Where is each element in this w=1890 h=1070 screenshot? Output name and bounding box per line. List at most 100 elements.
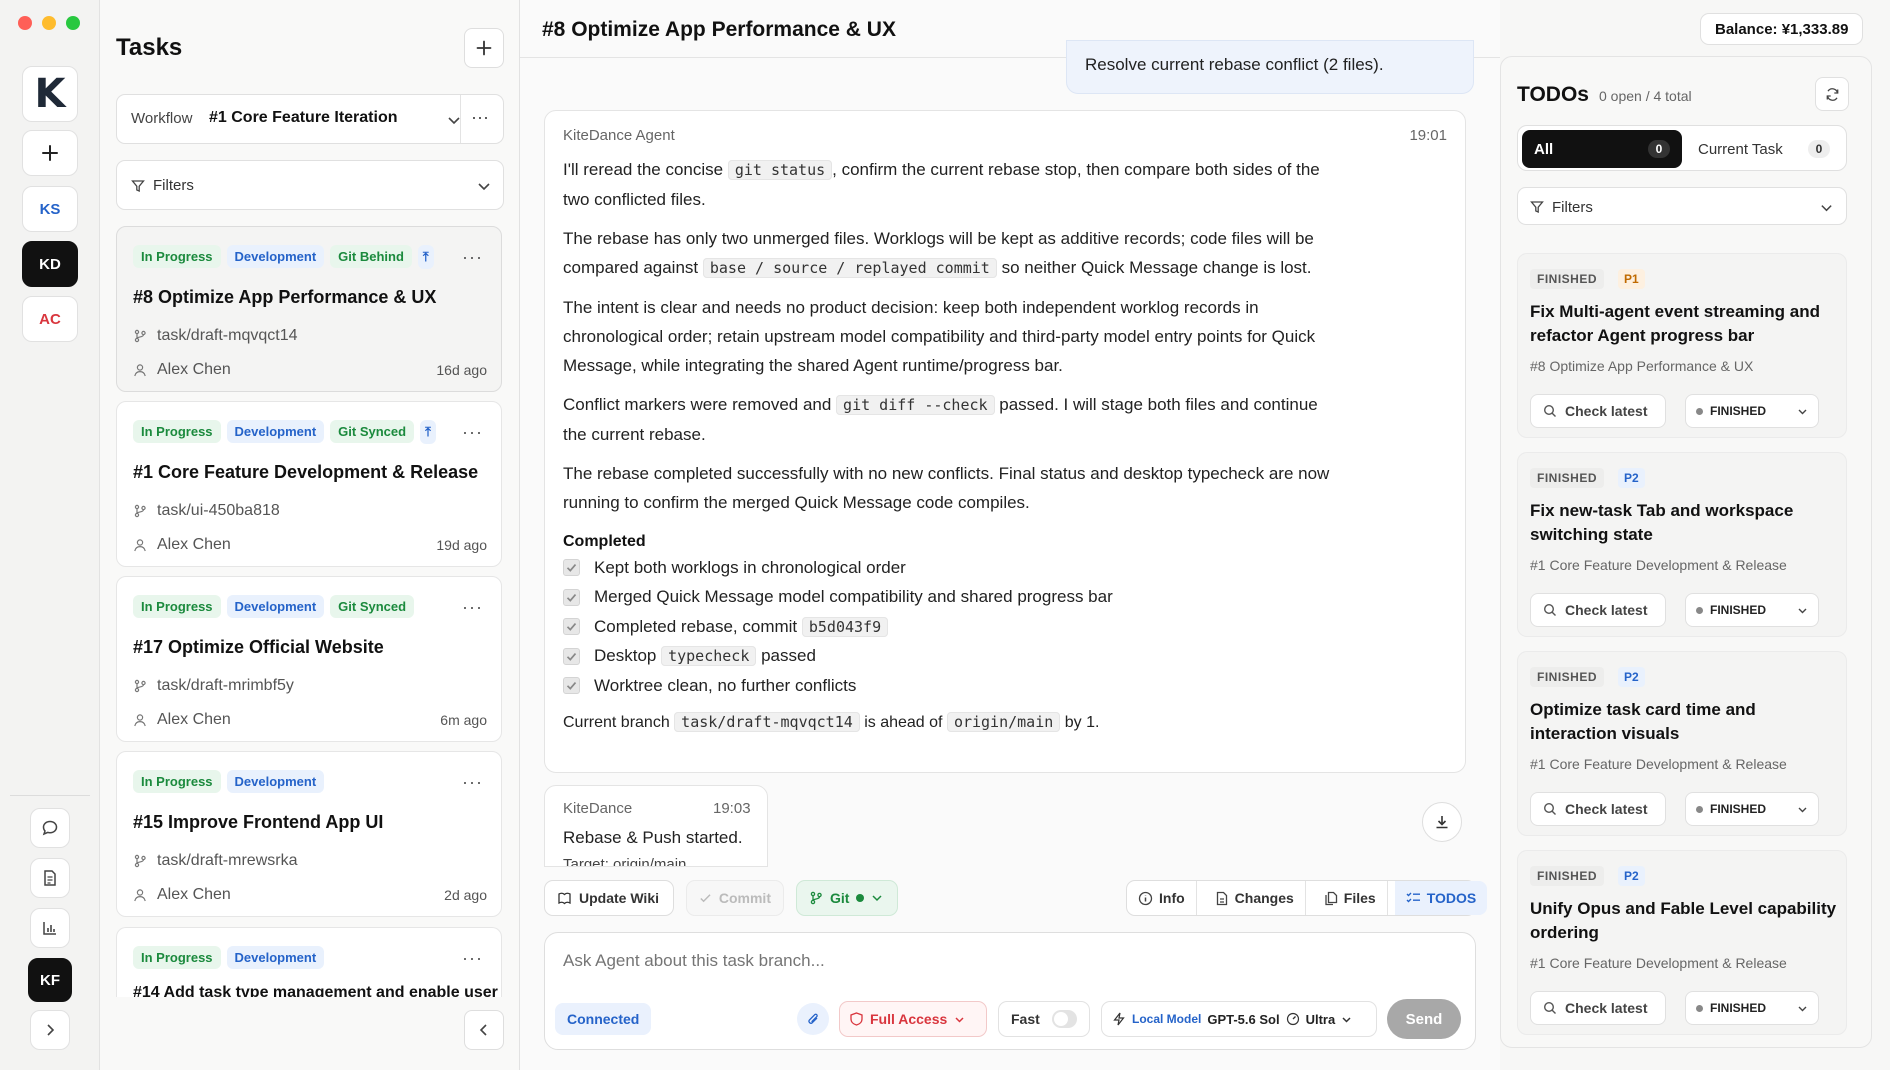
info-icon xyxy=(1138,891,1153,905)
chat-input[interactable] xyxy=(563,951,1443,971)
collapse-panel-button[interactable] xyxy=(464,1010,504,1050)
chat-nav-button[interactable] xyxy=(30,808,70,848)
add-workspace-button[interactable] xyxy=(22,130,78,176)
user-avatar[interactable]: KF xyxy=(28,958,72,1002)
tab-info[interactable]: Info xyxy=(1127,881,1197,915)
agent-message: KiteDance Agent 19:01 I'll reread the co… xyxy=(544,110,1466,773)
todo-filters-dropdown[interactable]: Filters xyxy=(1517,187,1847,225)
type-badge: Development xyxy=(226,595,325,618)
check-latest-button[interactable]: Check latest xyxy=(1530,991,1666,1025)
todo-title: Unify Opus and Fable Level capability or… xyxy=(1530,899,1837,942)
refresh-button[interactable] xyxy=(1815,77,1849,111)
todo-status-badge: FINISHED xyxy=(1530,269,1605,289)
todo-card[interactable]: FINISHED P2 Unify Opus and Fable Level c… xyxy=(1517,850,1847,1035)
scroll-to-bottom-button[interactable] xyxy=(1422,802,1462,842)
task-more-button[interactable]: ··· xyxy=(462,948,483,969)
filters-label: Filters xyxy=(153,177,194,194)
todo-state-dropdown[interactable]: FINISHED xyxy=(1685,394,1819,428)
push-icon[interactable]: ⤒ xyxy=(420,420,436,444)
check-latest-button[interactable]: Check latest xyxy=(1530,792,1666,826)
book-icon xyxy=(558,892,571,904)
task-age: 2d ago xyxy=(444,887,487,903)
commit-button[interactable]: Commit xyxy=(686,880,784,916)
todo-state-dropdown[interactable]: FINISHED xyxy=(1685,593,1819,627)
plus-icon xyxy=(42,145,58,161)
task-card[interactable]: In Progress Development ··· #14 Add task … xyxy=(116,927,502,997)
priority-badge: P2 xyxy=(1618,866,1645,886)
maximize-window-button[interactable] xyxy=(66,16,80,30)
git-badge: Git Synced xyxy=(330,595,415,618)
tab-files[interactable]: Files xyxy=(1313,881,1388,915)
task-more-button[interactable]: ··· xyxy=(462,247,483,268)
toggle-switch[interactable] xyxy=(1051,1010,1077,1028)
todo-state-dropdown[interactable]: FINISHED xyxy=(1685,792,1819,826)
todo-card[interactable]: FINISHED P2 Optimize task card time and … xyxy=(1517,651,1847,836)
push-icon[interactable]: ⤒ xyxy=(417,245,434,269)
task-card[interactable]: In Progress Development Git Behind ⤒ ··· #8… xyxy=(116,226,502,392)
tab-all[interactable]: All 0 xyxy=(1522,130,1682,168)
todo-project: #1 Core Feature Development & Release xyxy=(1530,557,1787,573)
update-wiki-button[interactable]: Update Wiki xyxy=(544,880,674,916)
workspace-kd[interactable]: KD xyxy=(22,241,78,287)
task-card[interactable]: In Progress Development Git Synced ⤒ ··· #1… xyxy=(116,401,502,567)
workflow-selector[interactable]: Workflow #1 Core Feature Iteration ··· xyxy=(116,94,504,144)
todo-state-dropdown[interactable]: FINISHED xyxy=(1685,991,1819,1025)
close-window-button[interactable] xyxy=(18,16,32,30)
tab-changes[interactable]: Changes xyxy=(1204,881,1306,915)
filter-icon xyxy=(1530,201,1544,213)
send-button[interactable]: Send xyxy=(1387,999,1461,1039)
task-card[interactable]: In Progress Development Git Synced ··· #17… xyxy=(116,576,502,742)
todo-card[interactable]: FINISHED P1 Fix Multi-agent event stream… xyxy=(1517,253,1847,438)
task-more-button[interactable]: ··· xyxy=(462,772,483,793)
tab-todos[interactable]: TODOS xyxy=(1394,881,1488,915)
task-card[interactable]: In Progress Development ··· #15 Improve F… xyxy=(116,751,502,917)
search-icon xyxy=(1543,404,1556,417)
todo-card[interactable]: FINISHED P2 Fix new-task Tab and workspa… xyxy=(1517,452,1847,637)
status-badge: In Progress xyxy=(133,595,221,618)
tab-count: 0 xyxy=(1648,140,1670,158)
refresh-icon xyxy=(1826,87,1838,101)
priority-badge: P2 xyxy=(1618,468,1645,488)
task-more-button[interactable]: ··· xyxy=(462,597,483,618)
task-branch: task/draft-mqvqct14 xyxy=(157,327,298,344)
branch-icon xyxy=(810,891,822,905)
check-latest-button[interactable]: Check latest xyxy=(1530,394,1666,428)
lightning-icon xyxy=(1113,1012,1125,1026)
task-more-button[interactable]: ··· xyxy=(462,422,483,443)
task-title: #14 Add task type management and enable … xyxy=(133,984,498,997)
files-icon xyxy=(1325,891,1337,905)
user-icon xyxy=(134,364,146,377)
workspace-ac[interactable]: AC xyxy=(22,296,78,342)
task-filters-dropdown[interactable]: Filters xyxy=(116,160,504,210)
user-icon xyxy=(134,714,146,727)
fast-mode-toggle[interactable]: Fast xyxy=(998,1001,1090,1037)
check-latest-button[interactable]: Check latest xyxy=(1530,593,1666,627)
checklist-item: Kept both worklogs in chronological orde… xyxy=(563,553,1333,583)
checkbox-checked-icon xyxy=(563,588,580,606)
checklist-item: Worktree clean, no further conflicts xyxy=(563,671,1333,701)
branch-icon xyxy=(134,679,146,693)
tab-current-task[interactable]: Current Task xyxy=(1698,141,1783,158)
workspace-ks[interactable]: KS xyxy=(22,186,78,232)
task-age: 6m ago xyxy=(440,712,487,728)
todo-project: #1 Core Feature Development & Release xyxy=(1530,756,1787,772)
type-badge: Development xyxy=(226,245,325,268)
todo-project: #1 Core Feature Development & Release xyxy=(1530,955,1787,971)
git-menu-button[interactable]: Git xyxy=(796,880,898,916)
task-author: Alex Chen xyxy=(157,361,231,378)
shield-icon xyxy=(850,1012,863,1026)
workflow-more-button[interactable]: ··· xyxy=(471,107,489,128)
minimize-window-button[interactable] xyxy=(42,16,56,30)
stats-nav-button[interactable] xyxy=(30,908,70,948)
add-task-button[interactable] xyxy=(464,28,504,68)
attach-button[interactable] xyxy=(797,1003,829,1035)
model-selector[interactable]: Local Model GPT-5.6 Sol Ultra xyxy=(1101,1001,1377,1037)
docs-nav-button[interactable] xyxy=(30,858,70,898)
access-level-dropdown[interactable]: Full Access xyxy=(839,1001,987,1037)
branch-status-line: Current branch task/draft-mqvqct14 is ah… xyxy=(563,711,1100,732)
expand-rail-button[interactable] xyxy=(30,1010,70,1050)
branch-icon xyxy=(134,504,146,518)
chevron-down-icon xyxy=(1798,807,1807,812)
workflow-label: Workflow xyxy=(131,110,193,127)
message-text: Rebase & Push started. xyxy=(563,828,743,847)
